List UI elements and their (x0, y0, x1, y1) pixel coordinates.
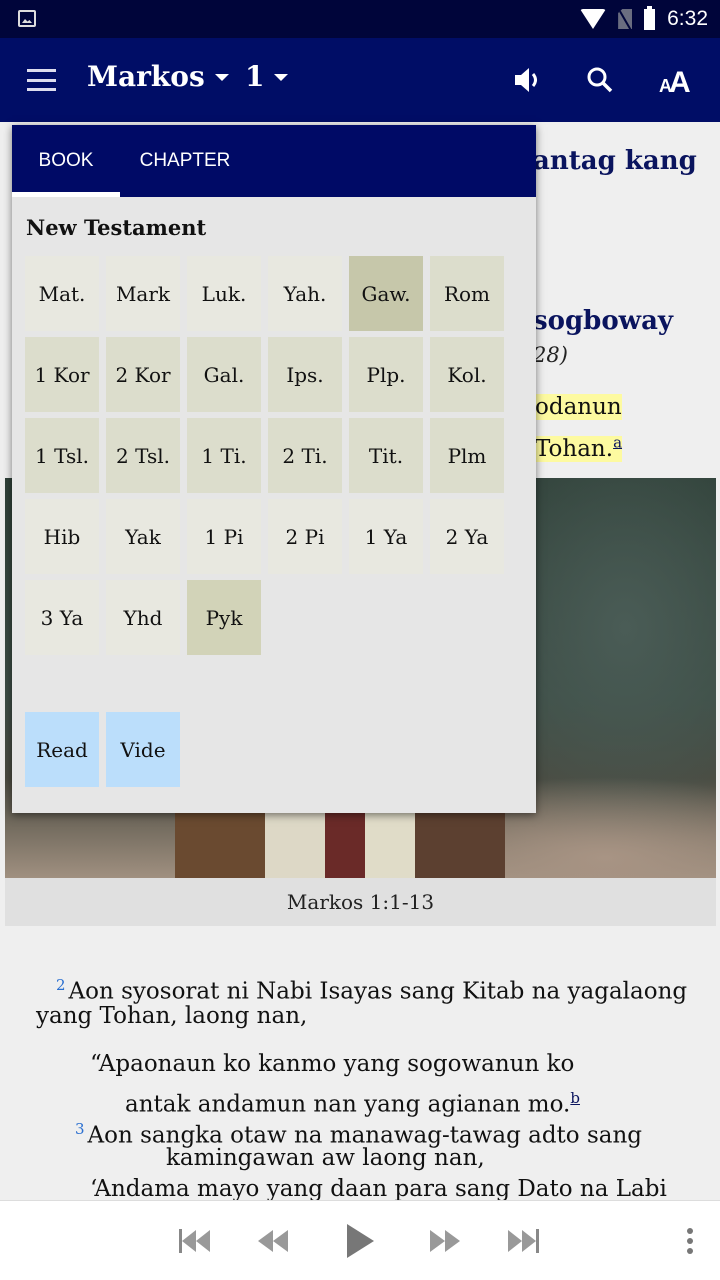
book-tile[interactable]: 3 Ya (25, 580, 99, 655)
book-tile[interactable]: Rom (430, 256, 504, 331)
chapter-number: 1 (245, 60, 265, 93)
book-tile[interactable]: Plp. (349, 337, 423, 412)
skip-to-start-icon[interactable] (176, 1223, 216, 1259)
rewind-icon[interactable] (254, 1223, 294, 1259)
book-tile[interactable]: 1 Ya (349, 499, 423, 574)
verse-number: 2 (56, 976, 66, 994)
book-tile[interactable]: 2 Tsl. (106, 418, 180, 493)
book-tile[interactable]: 2 Ya (430, 499, 504, 574)
image-caption: Markos 1:1-13 (5, 878, 716, 926)
book-picker-popup: BOOK CHAPTER New Testament Mat. Mark Luk. Y… (12, 125, 536, 813)
hamburger-icon[interactable] (27, 69, 56, 91)
book-tile[interactable]: Mark (106, 256, 180, 331)
audio-player-bar (0, 1200, 720, 1280)
collection-tile[interactable]: Read (25, 712, 99, 787)
verse-3-line: ‘Andama mayo yang daan para sang Dato na… (90, 1176, 667, 1200)
book-tile[interactable]: Gaw. (349, 256, 423, 331)
highlighted-text: Tohan. (535, 435, 614, 462)
verse-number: 3 (75, 1120, 85, 1138)
book-tile[interactable]: 2 Ti. (268, 418, 342, 493)
search-icon[interactable] (582, 62, 618, 98)
overflow-menu-icon[interactable] (686, 1228, 694, 1254)
book-selector[interactable]: Markos (87, 60, 229, 93)
parallel-reference[interactable]: 28) (533, 343, 568, 367)
verse-3-line: kamingawan aw laong nan, (166, 1145, 485, 1171)
book-tile[interactable]: Yak (106, 499, 180, 574)
book-tile[interactable]: Kol. (430, 337, 504, 412)
gallery-icon (18, 10, 36, 27)
book-title: Markos (87, 60, 205, 93)
book-tile[interactable]: Luk. (187, 256, 261, 331)
fast-forward-icon[interactable] (426, 1223, 466, 1259)
verse-2-line: yang Tohan, laong nan, (36, 1003, 308, 1029)
quote-line: “Apaonaun ko kanmo yang sogowanun ko (90, 1051, 575, 1077)
chevron-down-icon (214, 74, 229, 81)
footnote-link[interactable]: b (570, 1089, 580, 1107)
chevron-down-icon (274, 74, 289, 81)
book-tile[interactable]: 1 Pi (187, 499, 261, 574)
book-tile[interactable]: Mat. (25, 256, 99, 331)
book-tile[interactable]: Pyk (187, 580, 261, 655)
chapter-selector[interactable]: 1 (245, 60, 289, 93)
speaker-icon[interactable] (510, 62, 546, 98)
battery-icon (644, 5, 656, 30)
book-tile[interactable]: Hib (25, 499, 99, 574)
book-tile[interactable]: Tit. (349, 418, 423, 493)
status-time: 6:32 (667, 7, 708, 30)
tab-book[interactable]: BOOK (12, 125, 120, 197)
book-tile[interactable]: Ips. (268, 337, 342, 412)
footnote-link[interactable]: a (613, 433, 622, 451)
no-sim-icon (618, 9, 633, 29)
collection-tile[interactable]: Vide (106, 712, 180, 787)
book-tile[interactable]: 2 Pi (268, 499, 342, 574)
play-icon[interactable] (340, 1223, 380, 1259)
testament-heading: New Testament (26, 215, 207, 240)
section-heading: antag kang (533, 146, 697, 176)
svg-text:A: A (669, 66, 691, 96)
wifi-icon (580, 9, 607, 29)
book-tile[interactable]: Plm (430, 418, 504, 493)
app-bar: Markos 1 AA (0, 38, 720, 122)
section-heading: sogboway (533, 306, 674, 336)
book-tile[interactable]: 2 Kor (106, 337, 180, 412)
tab-chapter[interactable]: CHAPTER (120, 125, 250, 197)
book-tile[interactable]: Yah. (268, 256, 342, 331)
book-tile[interactable]: Yhd (106, 580, 180, 655)
book-tile[interactable]: Gal. (187, 337, 261, 412)
skip-to-end-icon[interactable] (504, 1223, 544, 1259)
text-size-icon[interactable]: AA (658, 62, 698, 98)
book-tile[interactable]: 1 Ti. (187, 418, 261, 493)
highlighted-text: odanun (535, 394, 622, 420)
status-bar: 6:32 (0, 0, 720, 38)
book-tile[interactable]: 1 Kor (25, 337, 99, 412)
verse-1[interactable]: odanun Tohan.a (535, 390, 623, 467)
picker-tabs: BOOK CHAPTER (12, 125, 536, 197)
book-tile[interactable]: 1 Tsl. (25, 418, 99, 493)
